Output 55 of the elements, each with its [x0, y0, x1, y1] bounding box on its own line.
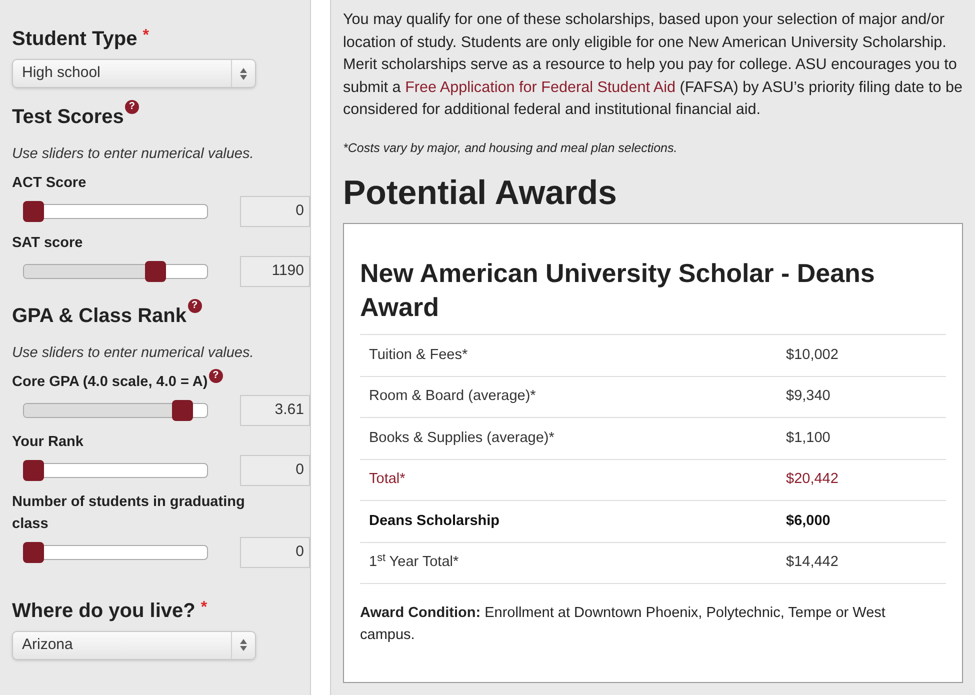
- slider[interactable]: [23, 200, 208, 222]
- slider-label: Core GPA (4.0 scale, 4.0 = A) ?: [12, 370, 310, 392]
- award-title: New American University Scholar - Deans Award: [360, 257, 876, 324]
- section-heading: Where do you live? *: [12, 598, 208, 624]
- intro-paragraph: You may qualify for one of these scholarships, based upon your selection of major and/or location of study. Students are only eligible for one New American University Scholarship. Merit scholarships serve as a resource to help you pay for college. ASU encourages you to submit a Free Application for Federal Student Aid (FAFSA) by ASU’s priority filing date to be considered for additional federal and institutional financial aid.: [343, 10, 963, 120]
- row-label: Tuition & Fees*: [369, 346, 468, 363]
- row-amount: $9,340: [786, 388, 830, 404]
- dropdown-select[interactable]: High school: [12, 59, 256, 88]
- row-label: Total*: [369, 471, 406, 488]
- required-mark: *: [200, 598, 208, 616]
- award-condition: Award Condition: Enrollment at Downtown Phoenix, Polytechnic, Tempe or West campus.: [360, 604, 886, 646]
- help-button[interactable]: ?: [124, 100, 139, 114]
- row-label: 1$^{st}$ Year Total*: [369, 554, 459, 570]
- up-down-arrows-icon: [240, 68, 247, 80]
- row-label: Room & Board (average)*: [369, 388, 536, 404]
- value-field[interactable]: 1190: [240, 256, 310, 287]
- row-label: Deans Scholarship: [369, 512, 500, 529]
- row-amount: $1,100: [786, 430, 830, 446]
- value-field[interactable]: 3.61: [240, 394, 310, 426]
- required-mark: *: [142, 27, 149, 44]
- row-amount: $10,002: [786, 346, 838, 363]
- slider[interactable]: [23, 542, 208, 562]
- select-value: Arizona: [21, 634, 74, 655]
- slider[interactable]: [23, 260, 208, 282]
- slider[interactable]: [23, 460, 208, 480]
- slider-thumb[interactable]: [23, 460, 44, 480]
- row-amount: $6,000: [786, 512, 830, 529]
- slider[interactable]: [23, 400, 208, 420]
- value-field[interactable]: 0: [240, 196, 310, 227]
- page-heading: Potential Awards: [343, 173, 618, 214]
- dropdown-select[interactable]: Arizona: [12, 630, 256, 660]
- section-heading: Student Type *: [12, 26, 150, 52]
- slider-thumb[interactable]: [23, 200, 44, 222]
- hint-text: Use sliders to enter numerical values.: [12, 145, 255, 164]
- slider-label: SAT score: [12, 234, 84, 253]
- fafsa-link[interactable]: Free Application for Federal Student Aid: [405, 78, 676, 96]
- slider-thumb[interactable]: [144, 260, 166, 282]
- section-heading: Test Scores ?: [12, 102, 310, 132]
- row-amount: $20,442: [786, 471, 838, 488]
- help-button[interactable]: ?: [188, 298, 202, 313]
- select-value: High school: [21, 63, 102, 84]
- up-down-arrows-icon: [240, 639, 247, 651]
- slider-label: Your Rank: [12, 432, 84, 452]
- cost-note: *Costs vary by major, and housing and meal plan selections.: [343, 140, 678, 157]
- slider-label: Number of students in graduating class: [12, 492, 246, 534]
- slider-label: ACT Score: [12, 174, 88, 193]
- value-field[interactable]: 0: [240, 536, 310, 568]
- section-heading: GPA & Class Rank ?: [12, 300, 310, 331]
- row-label: Books & Supplies (average)*: [369, 430, 554, 446]
- row-amount: $14,442: [786, 554, 838, 570]
- value-field[interactable]: 0: [240, 454, 310, 486]
- help-button[interactable]: ?: [208, 368, 223, 382]
- slider-thumb[interactable]: [23, 542, 44, 562]
- hint-text: Use sliders to enter numerical values.: [12, 344, 255, 363]
- slider-thumb[interactable]: [172, 400, 194, 420]
